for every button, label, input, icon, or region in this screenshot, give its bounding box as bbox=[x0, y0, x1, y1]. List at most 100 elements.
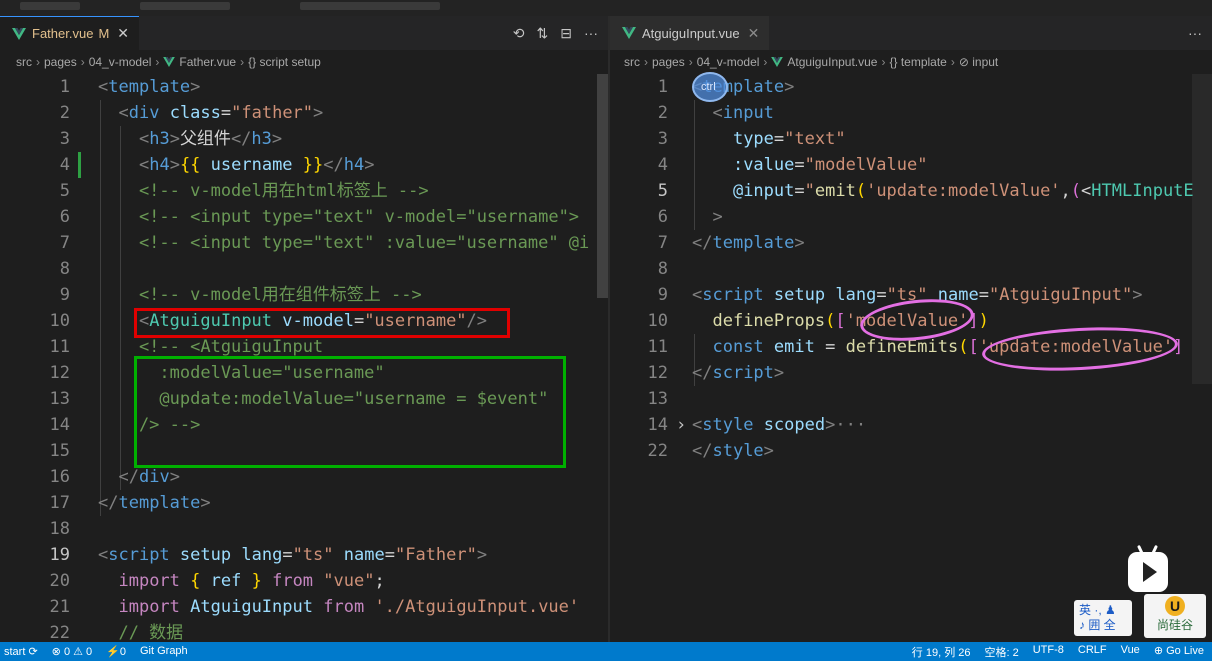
go-live-status[interactable]: ⊕ Go Live bbox=[1154, 644, 1204, 660]
brand-watermark: U 尚硅谷 bbox=[1144, 594, 1206, 638]
encoding-status[interactable]: UTF-8 bbox=[1033, 644, 1064, 660]
code-line[interactable]: 8 bbox=[0, 256, 608, 282]
code-text: > bbox=[692, 204, 723, 230]
code-line[interactable]: 1 <template> bbox=[0, 74, 608, 100]
code-token: setup bbox=[773, 285, 826, 305]
chevron-right-icon: › bbox=[950, 55, 955, 69]
code-token: </ bbox=[692, 233, 713, 253]
code-token: {{ bbox=[179, 155, 201, 175]
line-number: 22 bbox=[49, 623, 70, 642]
line-number: 15 bbox=[49, 441, 70, 461]
split-editor-icon[interactable]: ⊟ bbox=[560, 25, 572, 42]
code-token: ref bbox=[200, 571, 252, 591]
problems-status[interactable]: ⊗ 0 ⚠ 0 bbox=[52, 645, 92, 658]
code-line[interactable]: 5 @input="emit('update:modelValue',(<HTM… bbox=[610, 178, 1212, 204]
code-line[interactable]: 3 <h3>父组件</h3> bbox=[0, 126, 608, 152]
code-line[interactable]: 2 <div class="father"> bbox=[0, 100, 608, 126]
breadcrumb-item[interactable]: src bbox=[16, 55, 32, 69]
code-text: <input bbox=[692, 100, 773, 126]
line-number: 18 bbox=[49, 519, 70, 539]
code-line[interactable]: 7 </template> bbox=[610, 230, 1212, 256]
code-line[interactable]: 3 type="text" bbox=[610, 126, 1212, 152]
code-token: > bbox=[712, 207, 723, 227]
close-icon[interactable]: ✕ bbox=[117, 25, 129, 42]
code-line[interactable]: 4 :value="modelValue" bbox=[610, 152, 1212, 178]
breadcrumb-item[interactable]: pages bbox=[652, 55, 685, 69]
breadcrumb-item[interactable]: {} template bbox=[889, 55, 946, 69]
timeline-icon[interactable]: ⟲ bbox=[513, 25, 525, 42]
line-number: 13 bbox=[647, 389, 668, 409]
breadcrumb-item[interactable]: ⊘ input bbox=[959, 55, 998, 69]
more-actions-icon[interactable]: ··· bbox=[584, 25, 598, 41]
code-line[interactable]: 20 import { ref } from "vue"; bbox=[0, 568, 608, 594]
code-line[interactable]: 8 bbox=[610, 256, 1212, 282]
indentation-status[interactable]: 空格: 2 bbox=[985, 644, 1019, 660]
eol-status[interactable]: CRLF bbox=[1078, 644, 1107, 660]
line-number: 16 bbox=[49, 467, 70, 487]
code-token: emit bbox=[773, 337, 815, 357]
breadcrumb-item[interactable]: pages bbox=[44, 55, 77, 69]
code-token: script bbox=[712, 363, 774, 383]
code-token: type bbox=[732, 129, 774, 149]
more-actions-icon[interactable]: ··· bbox=[1188, 25, 1202, 41]
code-line[interactable]: 17 </template> bbox=[0, 490, 608, 516]
breadcrumb: src › pages › 04_v-model › Father.vue › {} s… bbox=[0, 50, 608, 74]
breadcrumb-item[interactable]: src bbox=[624, 55, 640, 69]
compare-changes-icon[interactable]: ⇅ bbox=[537, 25, 549, 42]
line-number: 19 bbox=[49, 545, 70, 565]
code-text: <!-- v-model用在html标签上 --> bbox=[98, 178, 429, 204]
code-line[interactable]: 22 // 数据 bbox=[0, 620, 608, 642]
code-line[interactable]: 14 › <style scoped>··· bbox=[610, 412, 1212, 438]
code-line[interactable]: 9 <!-- v-model用在组件标签上 --> bbox=[0, 282, 608, 308]
code-line[interactable]: 21 import AtguiguInput from './AtguiguIn… bbox=[0, 594, 608, 620]
breadcrumb-item[interactable]: 04_v-model bbox=[89, 55, 152, 69]
breadcrumb-item[interactable]: {} script setup bbox=[248, 55, 321, 69]
code-text: <script setup lang="ts" name="Father"> bbox=[98, 542, 487, 568]
code-token: <!-- <AtguiguInput bbox=[98, 337, 324, 357]
code-text: import { ref } from "vue"; bbox=[98, 568, 384, 594]
code-text: <h3>父组件</h3> bbox=[98, 126, 282, 152]
tab-father-vue[interactable]: Father.vue M ✕ bbox=[0, 16, 140, 50]
breadcrumb-item[interactable]: Father.vue bbox=[179, 55, 236, 69]
code-token: HTMLInputE bbox=[1091, 181, 1194, 201]
line-number: 10 bbox=[49, 311, 70, 331]
tab-atguiguinput-vue[interactable]: AtguiguInput.vue ✕ bbox=[610, 16, 770, 50]
vue-file-icon bbox=[771, 57, 784, 67]
code-text: // 数据 bbox=[98, 620, 183, 642]
code-token: > bbox=[784, 77, 795, 97]
code-line[interactable]: 18 bbox=[0, 516, 608, 542]
code-line[interactable]: 13 bbox=[610, 386, 1212, 412]
code-line[interactable]: 4 <h4>{{ username }}</h4> bbox=[0, 152, 608, 178]
breadcrumb-item[interactable]: AtguiguInput.vue bbox=[787, 55, 877, 69]
code-text: </script> bbox=[692, 360, 784, 386]
chevron-right-icon: › bbox=[763, 55, 768, 69]
code-token: < bbox=[138, 129, 150, 149]
code-line[interactable]: 7 <!-- <input type="text" :value="userna… bbox=[0, 230, 608, 256]
git-graph-status[interactable]: Git Graph bbox=[140, 645, 188, 658]
code-line[interactable]: 5 <!-- v-model用在html标签上 --> bbox=[0, 178, 608, 204]
code-line[interactable]: 6 > bbox=[610, 204, 1212, 230]
code-line[interactable]: 6 <!-- <input type="text" v-model="usern… bbox=[0, 204, 608, 230]
input-method-toolbar[interactable]: 英 ·, ♟ ♪ 囲 全 bbox=[1074, 600, 1132, 636]
vue-file-icon bbox=[163, 57, 176, 67]
language-status[interactable]: Vue bbox=[1121, 644, 1140, 660]
code-text: @input="emit('update:modelValue',(<HTMLI… bbox=[692, 178, 1194, 204]
code-line[interactable]: 19 <script setup lang="ts" name="Father"> bbox=[0, 542, 608, 568]
code-line[interactable]: 22 </style> bbox=[610, 438, 1212, 464]
status-item[interactable]: start ⟳ bbox=[4, 645, 38, 658]
chevron-right-icon: › bbox=[36, 55, 40, 69]
status-item[interactable]: ⚡0 bbox=[106, 645, 126, 658]
code-token: setup bbox=[179, 545, 232, 565]
code-token: class bbox=[169, 103, 221, 123]
breadcrumb-item[interactable]: 04_v-model bbox=[697, 55, 760, 69]
code-text: <div class="father"> bbox=[98, 100, 323, 126]
code-token: < bbox=[692, 285, 703, 305]
code-line[interactable]: 2 <input bbox=[610, 100, 1212, 126]
cursor-position-status[interactable]: 行 19, 列 26 bbox=[912, 644, 971, 660]
close-icon[interactable]: ✕ bbox=[748, 25, 760, 42]
fold-chevron-icon[interactable]: › bbox=[676, 412, 686, 438]
